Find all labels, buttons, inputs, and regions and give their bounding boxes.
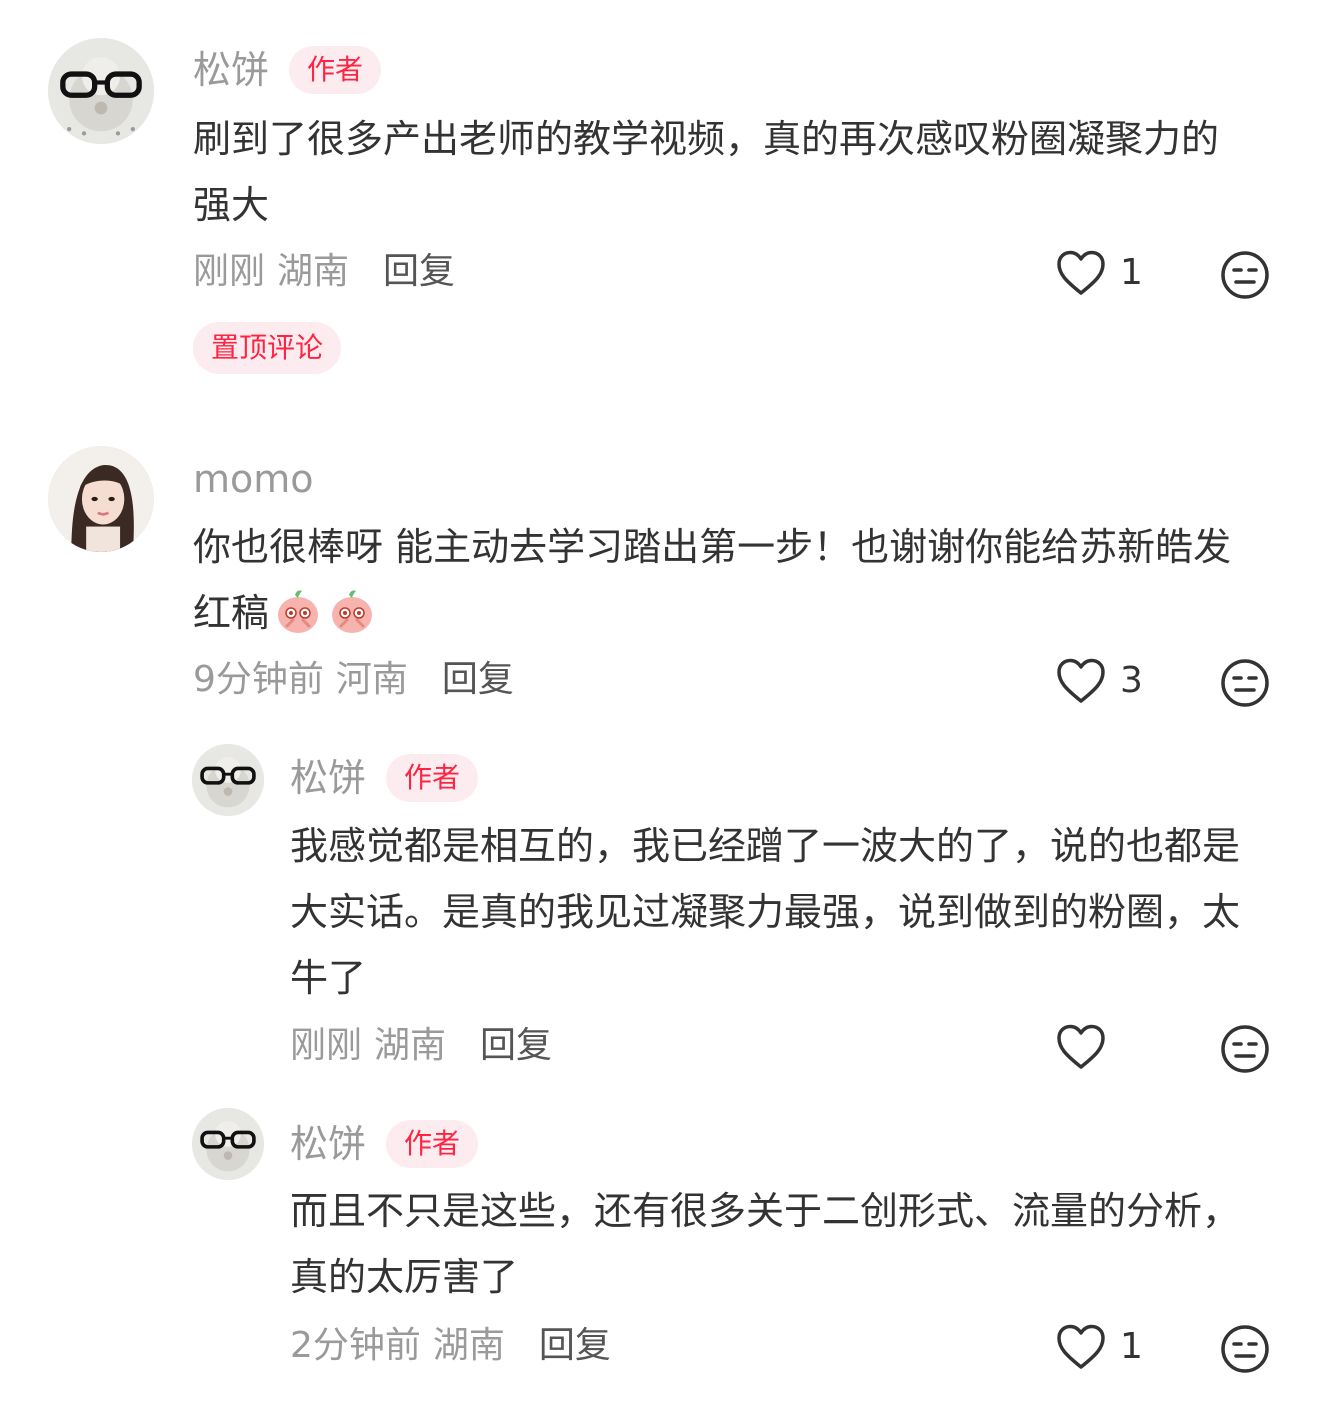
- comment-author-name[interactable]: 松饼: [193, 51, 269, 89]
- author-badge: 作者: [289, 46, 382, 94]
- comment-text: 刷到了很多产出老师的教学视频，真的再次感叹粉圈凝聚力的强大: [193, 117, 1220, 227]
- pinned-comment-badge: 置顶评论: [193, 322, 342, 374]
- comment-time: 刚刚: [290, 1025, 363, 1066]
- avatar[interactable]: [48, 38, 154, 144]
- comment-location: 河南: [335, 659, 408, 700]
- avatar[interactable]: [192, 1108, 264, 1180]
- comment-time: 9分钟前: [193, 659, 324, 700]
- dislike-button[interactable]: [1220, 1324, 1270, 1374]
- like-button[interactable]: [1056, 1024, 1120, 1070]
- comment-time: 2分钟前: [290, 1325, 421, 1366]
- dislike-button[interactable]: [1220, 250, 1270, 300]
- meh-face-icon: [1221, 1025, 1269, 1073]
- avatar[interactable]: [48, 446, 154, 552]
- meh-face-icon: [1221, 1325, 1269, 1373]
- like-count: 1: [1120, 252, 1143, 293]
- comment-author-name[interactable]: 松饼: [290, 1125, 366, 1163]
- peach-shy-emoji-icon: [273, 586, 323, 636]
- like-count: 3: [1120, 660, 1143, 701]
- comment-location: 湖南: [277, 251, 350, 292]
- comment-author-name[interactable]: momo: [193, 460, 314, 498]
- comment-item: 松饼 作者 刷到了很多产出老师的教学视频，真的再次感叹粉圈凝聚力的强大 刚刚 湖…: [0, 0, 1320, 400]
- comment-author-name[interactable]: 松饼: [290, 759, 366, 797]
- reply-button[interactable]: 回复: [442, 662, 514, 698]
- avatar[interactable]: [192, 744, 264, 816]
- like-count: 1: [1120, 1326, 1143, 1367]
- heart-outline-icon: [1057, 1024, 1105, 1069]
- author-badge: 作者: [386, 1120, 479, 1168]
- reply-button[interactable]: 回复: [383, 254, 455, 290]
- like-button[interactable]: 3: [1056, 658, 1143, 704]
- comment-location: 湖南: [432, 1325, 505, 1366]
- reply-button[interactable]: 回复: [539, 1328, 611, 1364]
- avatar-girl-portrait-image: [48, 446, 154, 552]
- meh-face-icon: [1221, 251, 1269, 299]
- heart-outline-icon: [1057, 658, 1105, 703]
- meh-face-icon: [1221, 659, 1269, 707]
- avatar-glasses-plush-image: [192, 744, 264, 816]
- reply-button[interactable]: 回复: [480, 1028, 552, 1064]
- comment-text: 而且不只是这些，还有很多关于二创形式、流量的分析，真的太厉害了: [290, 1189, 1241, 1299]
- author-badge: 作者: [386, 754, 479, 802]
- comment-text: 你也很棒呀 能主动去学习踏出第一步！也谢谢你能给苏新皓发红稿: [193, 514, 1246, 646]
- avatar-glasses-plush-image: [192, 1108, 264, 1180]
- comment-time: 刚刚: [193, 251, 266, 292]
- dislike-button[interactable]: [1220, 658, 1270, 708]
- like-button[interactable]: 1: [1056, 1324, 1143, 1370]
- comment-text: 我感觉都是相互的，我已经蹭了一波大的了，说的也都是大实话。是真的我见过凝聚力最强…: [290, 824, 1241, 1000]
- like-button[interactable]: 1: [1056, 250, 1143, 296]
- peach-shy-emoji-icon: [327, 586, 377, 636]
- avatar-glasses-plush-image: [48, 38, 154, 144]
- comment-location: 湖南: [374, 1025, 447, 1066]
- heart-outline-icon: [1057, 250, 1105, 295]
- dislike-button[interactable]: [1220, 1024, 1270, 1074]
- heart-outline-icon: [1057, 1324, 1105, 1369]
